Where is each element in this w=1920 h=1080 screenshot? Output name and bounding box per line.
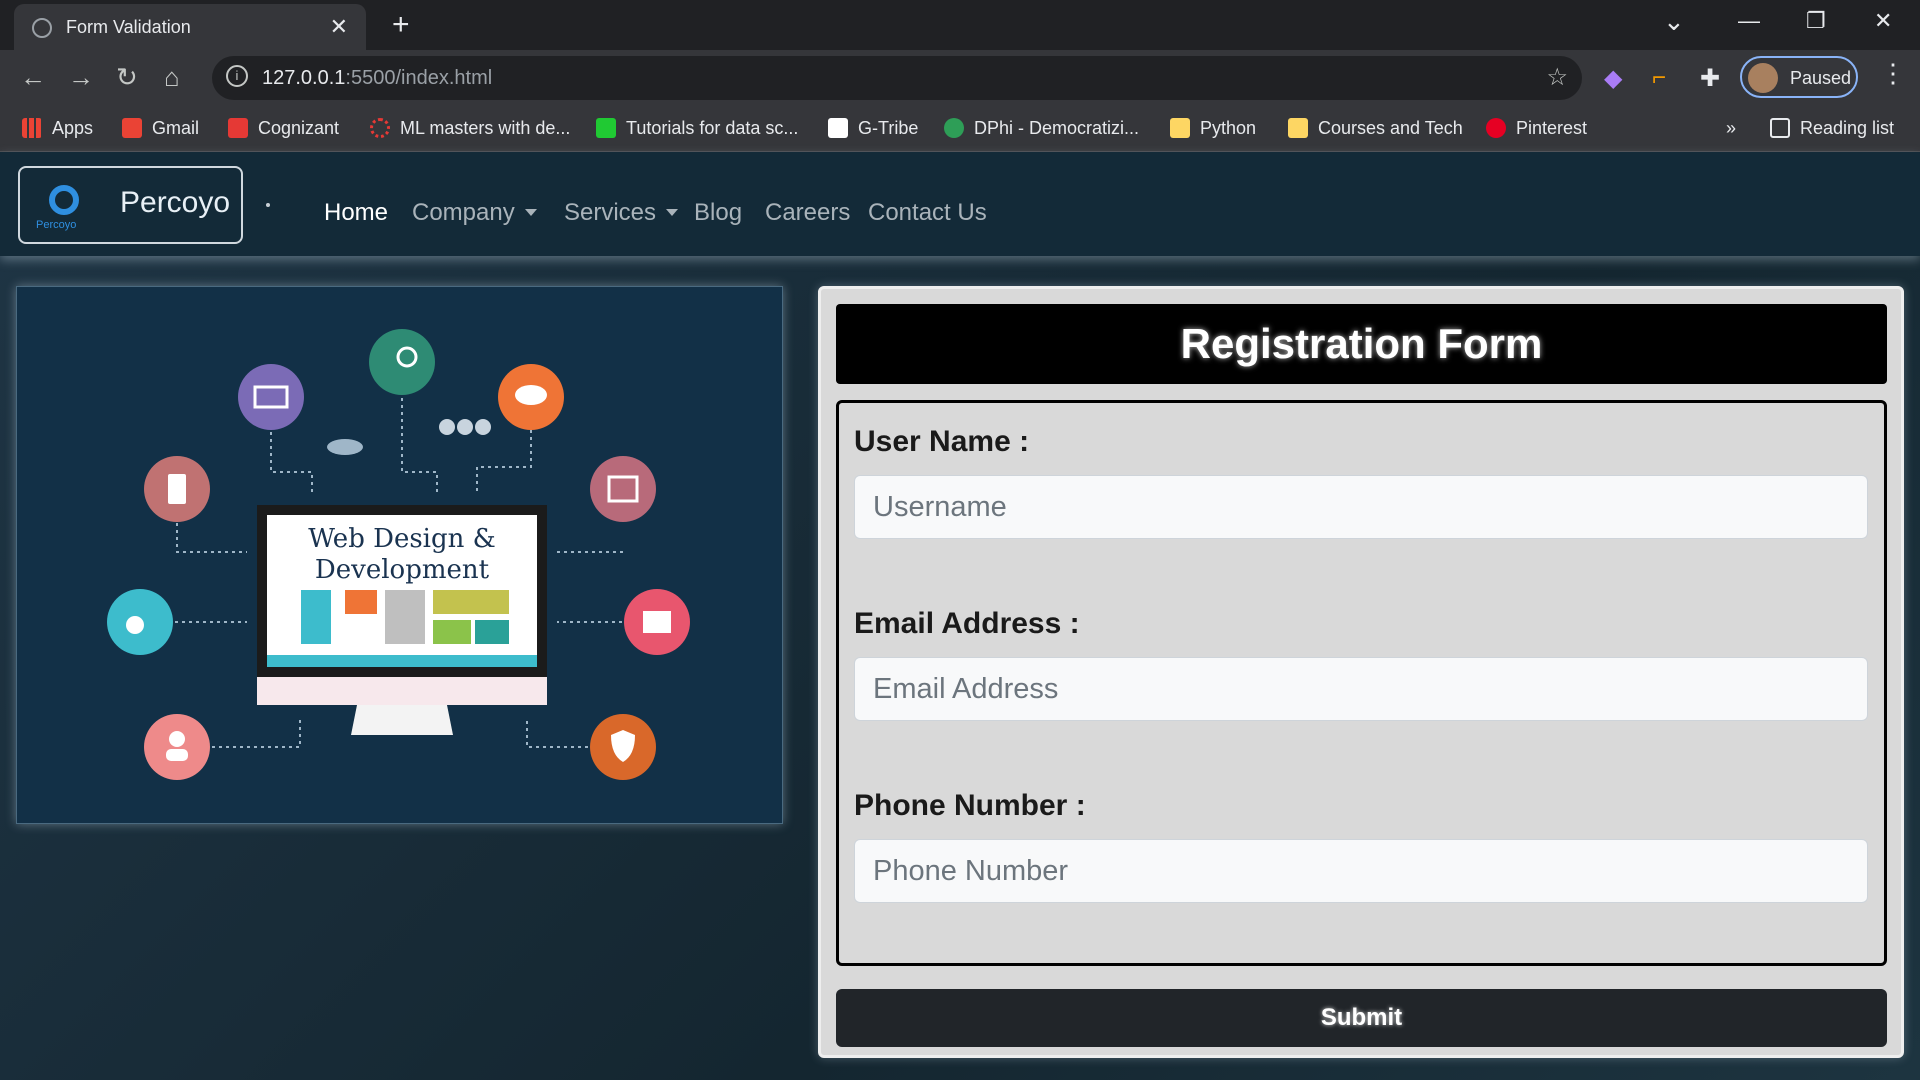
bookmark-apps[interactable]: Apps [22,118,93,139]
percoyo-logo-icon: Percoyo [36,185,79,231]
profile-button[interactable]: Paused [1740,56,1858,98]
bookmark-dphi[interactable]: DPhi - Democratizi... [944,118,1139,139]
divider-dot [266,203,270,207]
nav-contact-us[interactable]: Contact Us [868,199,987,227]
nav-home[interactable]: Home [324,199,388,227]
form-title: Registration Form [1180,320,1543,367]
reading-list-button[interactable]: Reading list [1770,118,1894,139]
apps-grid-icon [22,118,42,138]
phone-input[interactable] [854,839,1868,903]
illustration-title-1: Web Design & [308,524,496,554]
bookmark-cognizant[interactable]: Cognizant [228,118,339,139]
video-icon [590,456,656,522]
nav-blog[interactable]: Blog [694,199,742,227]
avatar [1748,63,1778,93]
close-tab-icon[interactable]: ✕ [330,14,348,40]
bookmark-g-tribe[interactable]: G-Tribe [828,118,918,139]
g-tribe-icon [828,118,848,138]
browser-tab[interactable]: Form Validation ✕ [14,4,366,50]
page-content: Percoyo Percoyo Home Company Services Bl… [0,152,1920,1080]
bookmark-tutorials[interactable]: Tutorials for data sc... [596,118,798,139]
reading-list-icon [1770,118,1790,138]
illustration-svg: Web Design & Development [107,329,690,780]
submit-button[interactable]: Submit [836,989,1887,1047]
profile-status: Paused [1790,68,1852,88]
new-tab-button[interactable]: + [392,8,410,42]
bookmark-gmail[interactable]: Gmail [122,118,199,139]
cognizant-icon [228,118,248,138]
bookmark-python[interactable]: Python [1170,118,1256,139]
browser-menu-icon[interactable]: ⋮ [1880,58,1906,89]
bookmark-star-icon[interactable]: ☆ [1546,63,1568,92]
restore-button[interactable]: ❐ [1806,8,1826,34]
nav-careers[interactable]: Careers [765,199,850,227]
url-path: :5500/index.html [345,67,493,89]
tab-title: Form Validation [66,17,191,37]
folder-icon [1288,118,1308,138]
browser-tab-strip: Form Validation ✕ + ⌄ — ❐ ✕ [0,0,1920,50]
globe-icon [32,18,52,38]
bookmark-courses[interactable]: Courses and Tech [1288,118,1463,139]
brand-name: Percoyo [120,186,231,219]
nav-company[interactable]: Company [412,199,537,227]
folder-icon [1170,118,1190,138]
address-bar[interactable]: i 127.0.0.1:5500/index.html ☆ [212,56,1582,100]
gmail-icon [122,118,142,138]
site-info-icon[interactable]: i [226,65,248,87]
email-input[interactable] [854,657,1868,721]
search-icon [369,329,435,395]
extension-icon[interactable]: ◆ [1604,64,1622,93]
bookmark-pinterest[interactable]: Pinterest [1486,118,1587,139]
url-host: 127.0.0.1 [262,67,346,89]
form-fields-box: User Name : Email Address : Phone Number… [836,400,1887,966]
ml-masters-icon [370,118,390,138]
form-header: Registration Form [836,304,1887,384]
web-design-illustration: Web Design & Development [16,286,783,824]
mail-icon [238,364,304,430]
extension-tool-icon[interactable]: ⌐ [1652,64,1666,92]
extensions-puzzle-icon[interactable]: ✚ [1700,64,1720,93]
dphi-icon [944,118,964,138]
phone-label: Phone Number : [854,789,1086,822]
reload-icon[interactable]: ↻ [116,62,138,93]
browser-toolbar: ← → ↻ ⌂ i 127.0.0.1:5500/index.html ☆ ◆ … [0,50,1920,106]
site-navbar: Percoyo Percoyo Home Company Services Bl… [0,152,1920,256]
illustration-title-2: Development [315,555,490,585]
registration-form: Registration Form User Name : Email Addr… [818,286,1904,1058]
tutorials-icon [596,118,616,138]
chevron-down-icon [666,209,679,216]
back-icon[interactable]: ← [20,62,46,93]
email-label: Email Address : [854,607,1080,640]
pinterest-icon [1486,118,1506,138]
forward-icon[interactable]: → [68,62,94,93]
nav-services[interactable]: Services [564,199,679,227]
more-bookmarks-icon[interactable]: » [1726,118,1736,139]
bookmark-ml-masters[interactable]: ML masters with de... [370,118,570,139]
username-input[interactable] [854,475,1868,539]
tab-search-icon[interactable]: ⌄ [1663,6,1685,37]
username-label: User Name : [854,425,1030,458]
svg-text:Percoyo: Percoyo [36,219,76,231]
bookmarks-bar: Apps Gmail Cognizant ML masters with de.… [0,106,1920,152]
minimize-button[interactable]: — [1738,8,1760,34]
url-text: 127.0.0.1:5500/index.html [262,67,492,90]
home-icon[interactable]: ⌂ [164,62,180,93]
chevron-down-icon [524,209,537,216]
close-window-button[interactable]: ✕ [1874,8,1892,34]
brand-logo-link[interactable]: Percoyo Percoyo [18,166,243,244]
